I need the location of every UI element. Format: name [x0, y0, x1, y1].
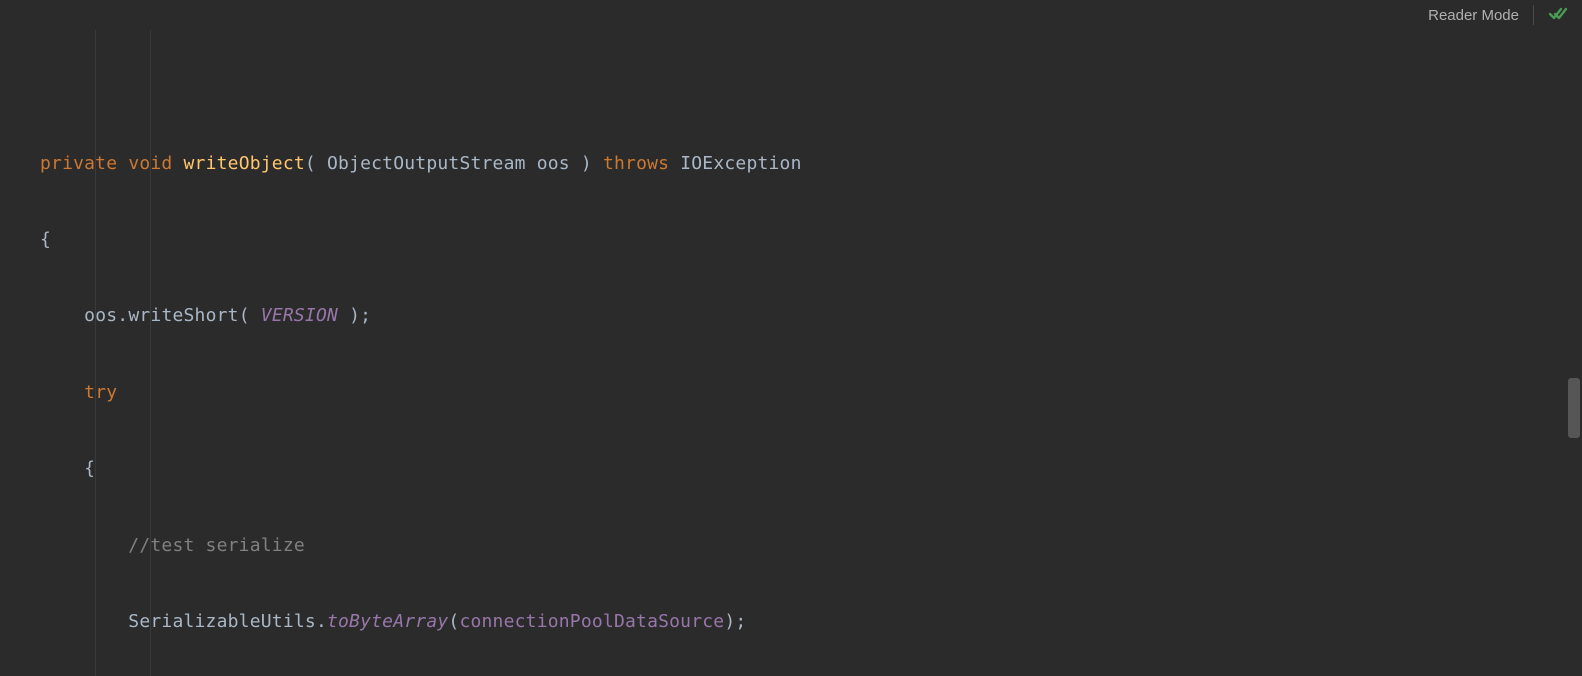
code-line: {	[40, 450, 1582, 488]
code-line: //test serialize	[40, 527, 1582, 565]
code-line: private void writeObject( ObjectOutputSt…	[40, 145, 1582, 183]
keyword-try: try	[84, 382, 117, 403]
topbar-separator	[1533, 5, 1534, 25]
code-line: oos.writeShort( VERSION );	[40, 297, 1582, 335]
indent-guide	[150, 30, 151, 676]
code-line: SerializableUtils.toByteArray(connection…	[40, 603, 1582, 641]
method-name: writeObject	[184, 153, 305, 174]
inspection-checks-icon[interactable]	[1548, 5, 1568, 25]
indent-guide	[95, 30, 96, 676]
editor-topbar: Reader Mode	[1428, 0, 1582, 30]
keyword-private: private	[40, 153, 117, 174]
code-line: try	[40, 374, 1582, 412]
keyword-throws: throws	[603, 153, 669, 174]
code-editor[interactable]: private void writeObject( ObjectOutputSt…	[0, 30, 1582, 676]
static-method: toByteArray	[327, 611, 448, 632]
vertical-scrollbar-thumb[interactable]	[1568, 378, 1580, 438]
field-ref: connectionPoolDataSource	[459, 611, 724, 632]
reader-mode-button[interactable]: Reader Mode	[1428, 7, 1519, 24]
field-version: VERSION	[261, 305, 338, 326]
code-line: {	[40, 221, 1582, 259]
comment: //test serialize	[128, 535, 305, 556]
